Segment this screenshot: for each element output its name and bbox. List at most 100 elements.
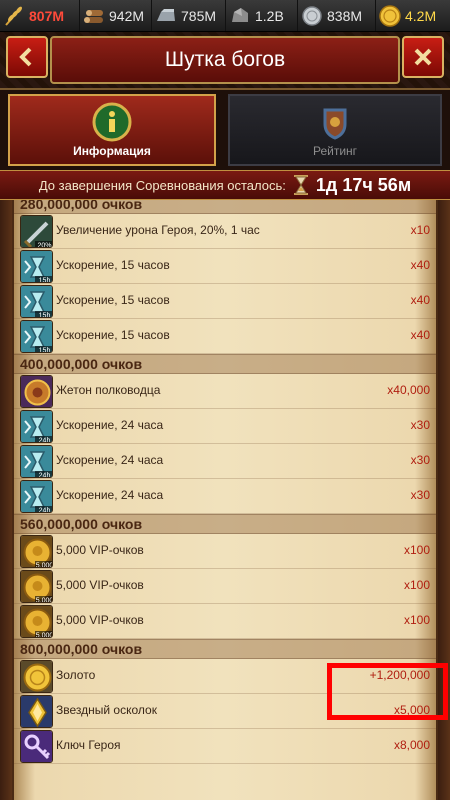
- reward-row[interactable]: Ключ Героя x8,000: [14, 729, 436, 764]
- svg-text:24h: 24h: [39, 438, 51, 444]
- tab-rating[interactable]: Рейтинг: [228, 94, 442, 166]
- reward-name: 5,000 VIP-очков: [56, 578, 144, 592]
- resource-value: 838M: [327, 7, 363, 24]
- tab-label: Рейтинг: [312, 144, 358, 158]
- gold-icon: [379, 4, 401, 27]
- svg-text:5,000: 5,000: [36, 633, 53, 639]
- reward-quantity: x40: [410, 293, 430, 307]
- tier-label: 280,000,000 очков: [20, 200, 143, 212]
- reward-name: Увеличение урона Героя, 20%, 1 час: [56, 223, 260, 237]
- commander-token-icon: [20, 375, 53, 408]
- reward-row[interactable]: 5,000 5,000 VIP-очков x100: [14, 569, 436, 604]
- reward-quantity: x40,000: [387, 383, 430, 397]
- page-header: Шутка богов: [0, 32, 450, 90]
- reward-row[interactable]: 24h Ускорение, 24 часа x30: [14, 409, 436, 444]
- resource-value: 785M: [181, 7, 217, 24]
- reward-quantity: x100: [403, 578, 430, 592]
- reward-name: 5,000 VIP-очков: [56, 613, 144, 627]
- highlight-box: [327, 663, 448, 720]
- reward-name: Золото: [56, 668, 96, 682]
- back-button[interactable]: [6, 36, 48, 78]
- close-icon: [414, 48, 432, 66]
- hero-key-icon: [20, 730, 53, 763]
- reward-name: Ускорение, 24 часа: [56, 453, 164, 467]
- reward-quantity: x10: [410, 223, 430, 237]
- resource-value: 942M: [109, 7, 145, 24]
- resource-value: 1.2B: [255, 7, 284, 24]
- resource-value: 807M: [29, 7, 65, 24]
- reward-name: Ускорение, 15 часов: [56, 293, 170, 307]
- hourglass-icon: [293, 175, 308, 195]
- resource-bar: 807M 942M 785M 1.2B 838M 4.2M: [0, 0, 450, 32]
- tab-information[interactable]: Информация: [8, 94, 216, 166]
- sword-icon: 20%: [20, 215, 53, 248]
- tier-label: 400,000,000 очков: [20, 356, 143, 372]
- reward-name: Жетон полководца: [56, 383, 161, 397]
- resource-gold[interactable]: 4.2M: [376, 0, 450, 31]
- info-icon: [92, 102, 132, 142]
- tier-label: 800,000,000 очков: [20, 641, 143, 657]
- tab-bar: Информация Рейтинг: [0, 90, 450, 170]
- timer-value: 1д 17ч 56м: [315, 174, 412, 195]
- svg-text:24h: 24h: [39, 508, 51, 514]
- tier-header: 400,000,000 очков: [14, 354, 436, 374]
- reward-row[interactable]: Жетон полководца x40,000: [14, 374, 436, 409]
- reward-row[interactable]: 15h Ускорение, 15 часов x40: [14, 249, 436, 284]
- speedup-icon: 15h: [20, 285, 53, 318]
- reward-row[interactable]: 15h Ускорение, 15 часов x40: [14, 319, 436, 354]
- tier-header: 560,000,000 очков: [14, 514, 436, 534]
- vip-coin-icon: 5,000: [20, 570, 53, 603]
- stone-icon: [232, 7, 248, 22]
- timer-label: До завершения Соревнования осталось:: [38, 177, 286, 193]
- reward-quantity: x40: [410, 328, 430, 342]
- speedup-icon: 15h: [20, 320, 53, 353]
- wheat-icon: [5, 6, 22, 26]
- reward-row[interactable]: 5,000 5,000 VIP-очков x100: [14, 534, 436, 569]
- resource-wood[interactable]: 942M: [80, 0, 152, 31]
- reward-quantity: x30: [410, 453, 430, 467]
- silver-icon: [302, 5, 322, 26]
- svg-text:15h: 15h: [39, 313, 51, 319]
- gold-coin-icon: [20, 660, 53, 693]
- resource-silver[interactable]: 838M: [298, 0, 376, 31]
- resource-value: 4.2M: [405, 7, 437, 24]
- reward-row[interactable]: 15h Ускорение, 15 часов x40: [14, 284, 436, 319]
- reward-row[interactable]: 20% Увеличение урона Героя, 20%, 1 час x10: [14, 214, 436, 249]
- app-root: 807M 942M 785M 1.2B 838M 4.2M Шутка бого…: [0, 0, 450, 800]
- wood-icon: [84, 9, 103, 23]
- reward-name: Ускорение, 24 часа: [56, 488, 164, 502]
- tier-header: 800,000,000 очков: [14, 639, 436, 659]
- reward-quantity: x30: [410, 418, 430, 432]
- vip-coin-icon: 5,000: [20, 605, 53, 638]
- reward-name: Ключ Героя: [56, 738, 121, 752]
- chevron-left-icon: [19, 47, 32, 67]
- reward-quantity: x8,000: [393, 738, 430, 752]
- reward-quantity: x30: [410, 488, 430, 502]
- resource-wheat[interactable]: 807M: [0, 0, 80, 31]
- speedup-icon: 15h: [20, 250, 53, 283]
- svg-text:20%: 20%: [37, 243, 51, 249]
- svg-text:5,000: 5,000: [36, 598, 53, 604]
- timer-banner: До завершения Соревнования осталось: 1д …: [0, 170, 450, 200]
- reward-name: Звездный осколок: [56, 703, 157, 717]
- reward-quantity: x100: [403, 543, 430, 557]
- vip-coin-icon: 5,000: [20, 535, 53, 568]
- tier-header: 280,000,000 очков: [14, 200, 436, 214]
- page-title: Шутка богов: [164, 48, 286, 71]
- resource-iron[interactable]: 785M: [152, 0, 226, 31]
- svg-text:15h: 15h: [39, 348, 51, 354]
- tier-label: 560,000,000 очков: [20, 516, 143, 532]
- reward-name: Ускорение, 24 часа: [56, 418, 164, 432]
- resource-stone[interactable]: 1.2B: [226, 0, 298, 31]
- close-button[interactable]: [402, 36, 444, 78]
- speedup-icon: 24h: [20, 410, 53, 443]
- reward-row[interactable]: 5,000 5,000 VIP-очков x100: [14, 604, 436, 639]
- reward-row[interactable]: 24h Ускорение, 24 часа x30: [14, 444, 436, 479]
- list-frame-left: [0, 200, 12, 800]
- reward-row[interactable]: 24h Ускорение, 24 часа x30: [14, 479, 436, 514]
- speedup-icon: 24h: [20, 445, 53, 478]
- reward-quantity: x40: [410, 258, 430, 272]
- crest-icon: [323, 108, 347, 140]
- reward-quantity: x100: [403, 613, 430, 627]
- iron-icon: [157, 8, 175, 21]
